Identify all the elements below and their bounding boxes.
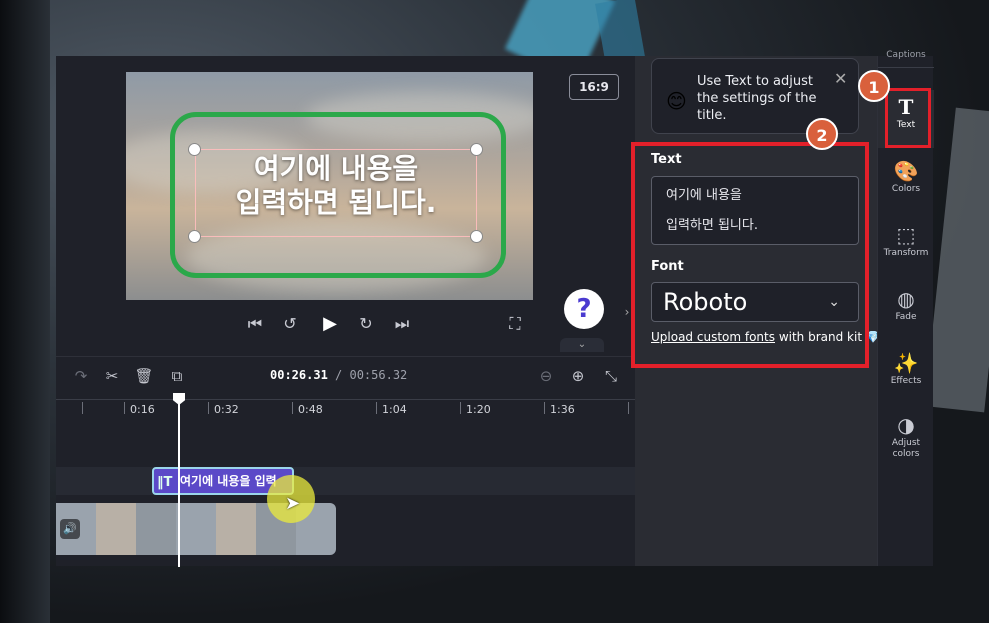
tick-label: 0:16	[130, 403, 155, 416]
rail-item-effects[interactable]: ✨ Effects	[878, 346, 934, 404]
tick-label: 0:48	[298, 403, 323, 416]
skip-to-end-icon[interactable]: ⏭	[390, 312, 414, 336]
rail-item-transform[interactable]: ⬚ Transform	[878, 218, 934, 276]
ruler-tick	[292, 402, 293, 414]
tick-label: 1:36	[550, 403, 575, 416]
mouse-cursor-icon: ➤	[285, 493, 301, 514]
time-separator: /	[327, 368, 350, 382]
bg-shade	[0, 0, 50, 623]
rewind-5s-icon[interactable]: ↺	[278, 312, 302, 336]
ruler-tick	[544, 402, 545, 414]
title-overlay-text[interactable]: 여기에 내용을 입력하면 됩니다.	[195, 152, 477, 220]
skip-to-start-icon[interactable]: ⏮	[243, 312, 267, 336]
fullscreen-icon[interactable]: ⛶	[503, 312, 527, 336]
effects-icon: ✨	[893, 351, 919, 375]
tick-label: 1:20	[466, 403, 491, 416]
text-clip-label: 여기에 내용을 입력	[180, 474, 277, 488]
face-emoji-icon: 😊	[666, 89, 687, 113]
timeline: ↷ ✂ 🗑 ⧉ 00:26.31 / 00:56.32 ⊖ ⊕ ⤡ 0:16 0…	[56, 356, 635, 567]
annotation-highlight-panel	[631, 142, 869, 368]
editor-window: 여기에 내용을 입력하면 됩니다. 16:9 ⏮ ↺ ▶ ↻ ⏭ ⛶ ? › ⌄…	[56, 50, 934, 567]
time-ruler[interactable]: 0:16 0:32 0:48 1:04 1:20 1:36	[56, 399, 635, 419]
ruler-tick	[628, 402, 629, 414]
preview-area: 여기에 내용을 입력하면 됩니다. 16:9 ⏮ ↺ ▶ ↻ ⏭ ⛶ ? › ⌄	[56, 56, 635, 356]
ruler-tick	[376, 402, 377, 414]
player-controls: ⏮ ↺ ▶ ↻ ⏭ ⛶	[56, 312, 635, 342]
current-time: 00:26.31	[270, 368, 328, 382]
tick-label: 0:32	[214, 403, 239, 416]
aspect-ratio-button[interactable]: 16:9	[569, 74, 619, 100]
text-track: ‖T 여기에 내용을 입력	[56, 467, 635, 495]
ruler-tick	[208, 402, 209, 414]
zoom-out-icon[interactable]: ⊖	[535, 365, 557, 387]
rail-item-colors[interactable]: 🎨 Colors	[878, 154, 934, 212]
annotation-highlight-text-tool	[885, 88, 931, 148]
transform-icon: ⬚	[896, 223, 916, 247]
close-icon[interactable]: ✕	[834, 69, 847, 88]
timeline-toolbar: ↷ ✂ 🗑 ⧉ 00:26.31 / 00:56.32 ⊖ ⊕ ⤡	[56, 357, 635, 393]
palette-icon: 🎨	[893, 159, 919, 183]
help-button[interactable]: ?	[564, 289, 604, 329]
rail-label: Fade	[895, 312, 917, 322]
zoom-in-icon[interactable]: ⊕	[567, 365, 589, 387]
rail-item-fade[interactable]: ◍ Fade	[878, 282, 934, 340]
rail-item-adjust-colors[interactable]: ◑ Adjust colors	[878, 408, 934, 478]
ruler-tick	[124, 402, 125, 414]
ruler-tick	[82, 402, 83, 414]
fit-timeline-icon[interactable]: ⤡	[600, 365, 622, 387]
resize-handle-bottom-right[interactable]	[470, 230, 483, 243]
rail-label: Transform	[883, 248, 929, 258]
clip-grip-icon[interactable]: ‖T	[157, 471, 172, 493]
annotation-badge-1: 1	[858, 70, 890, 102]
tip-message: Use Text to adjust the settings of the t…	[697, 74, 817, 123]
tick-label: 1:04	[382, 403, 407, 416]
rail-label: Adjust colors	[891, 438, 921, 459]
rail-label: Effects	[890, 376, 922, 386]
resize-handle-bottom-left[interactable]	[188, 230, 201, 243]
bg-streak	[595, 0, 645, 64]
play-icon[interactable]: ▶	[318, 312, 342, 336]
scissors-icon[interactable]: ✂	[101, 365, 123, 387]
fade-icon: ◍	[897, 287, 915, 311]
trash-icon[interactable]: 🗑	[133, 365, 155, 387]
forward-5s-icon[interactable]: ↻	[354, 312, 378, 336]
bg-streak	[924, 107, 989, 413]
captions-tab-label[interactable]: Captions	[878, 50, 934, 68]
total-time: 00:56.32	[349, 368, 408, 382]
chevron-down-icon[interactable]: ⌄	[560, 338, 604, 352]
adjust-colors-icon: ◑	[897, 413, 915, 437]
duplicate-icon[interactable]: ⧉	[166, 365, 188, 387]
ruler-tick	[460, 402, 461, 414]
annotation-badge-2: 2	[806, 118, 838, 150]
playhead[interactable]	[173, 393, 185, 567]
redo-icon[interactable]: ↷	[70, 365, 92, 387]
volume-icon[interactable]: 🔊	[60, 519, 80, 539]
rail-label: Colors	[891, 184, 921, 194]
time-readout: 00:26.31 / 00:56.32	[270, 368, 407, 382]
